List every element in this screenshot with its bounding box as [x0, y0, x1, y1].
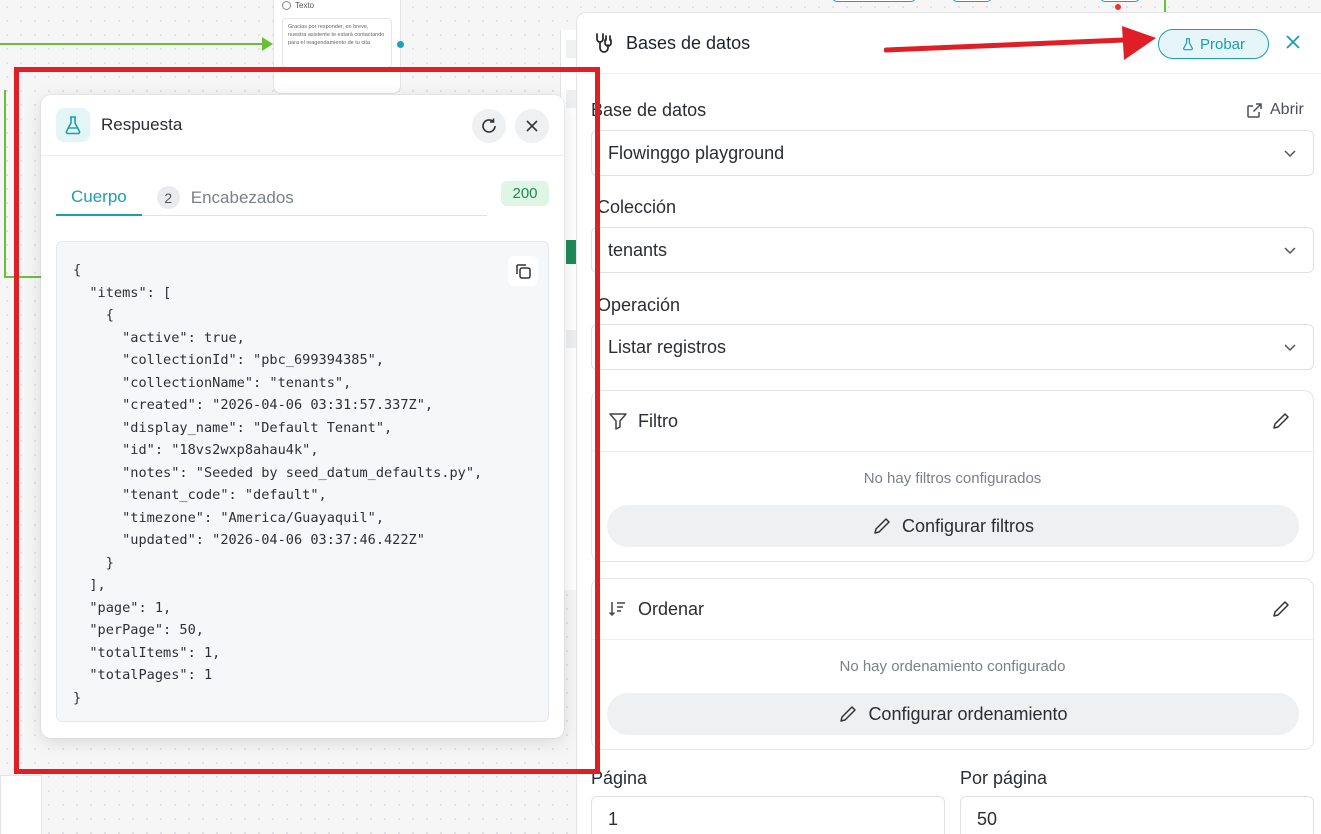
collection-value: tenants: [608, 239, 668, 260]
pencil-icon[interactable]: [1271, 411, 1291, 431]
canvas-node[interactable]: [0, 775, 42, 834]
database-value: Flowinggo playground: [608, 142, 785, 163]
pencil-icon: [874, 518, 890, 534]
configure-sort-button[interactable]: Configurar ordenamiento: [607, 693, 1299, 735]
operation-value: Listar registros: [608, 336, 727, 357]
open-database-link[interactable]: Abrir: [1246, 101, 1304, 119]
canvas-node[interactable]: [1100, 0, 1140, 2]
operation-label: Operación: [597, 295, 681, 315]
test-button[interactable]: Probar: [1158, 29, 1269, 59]
chevron-down-icon: [1284, 344, 1296, 352]
close-icon[interactable]: [1284, 33, 1302, 51]
collection-select[interactable]: tenants: [591, 227, 1314, 273]
canvas-node[interactable]: [832, 0, 916, 2]
open-link-label: Abrir: [1270, 101, 1304, 118]
node-indicator: [1115, 4, 1121, 10]
database-panel: Bases de datos Probar Base de datos Abri…: [576, 12, 1321, 834]
database-plug-icon: [596, 33, 612, 53]
database-title: Bases de datos: [626, 33, 751, 53]
per-page-label: Por página: [960, 768, 1048, 788]
operation-select[interactable]: Listar registros: [591, 324, 1314, 370]
flow-edge: [0, 43, 266, 45]
highlight-annotation: [14, 67, 600, 774]
filter-empty-text: No hay filtros configurados: [863, 470, 1042, 487]
node-handle[interactable]: [397, 41, 404, 48]
text-node-body: Gracias por responder, en breve, nuestra…: [282, 18, 392, 68]
chevron-down-icon: [1284, 150, 1296, 158]
database-select[interactable]: Flowinggo playground: [591, 130, 1314, 176]
sort-icon: [608, 602, 625, 617]
configure-sort-label: Configurar ordenamiento: [868, 703, 1068, 724]
chevron-down-icon: [1284, 247, 1296, 255]
database-label: Base de datos: [591, 100, 707, 120]
filter-section: Filtro No hay filtros configurados Confi…: [591, 390, 1314, 562]
page-value: 1: [608, 808, 619, 829]
filter-header: Filtro: [592, 391, 1313, 452]
sort-title: Ordenar: [638, 598, 705, 619]
filter-icon: [609, 413, 627, 430]
page-input[interactable]: 1: [591, 796, 945, 834]
flask-icon: [1183, 38, 1193, 51]
chat-bubble-icon: [282, 1, 291, 10]
sort-empty-text: No hay ordenamiento configurado: [839, 658, 1066, 675]
test-button-label: Probar: [1199, 35, 1246, 53]
flow-edge: [4, 90, 6, 278]
text-node-title: Texto: [295, 1, 315, 10]
sort-section: Ordenar No hay ordenamiento configurado …: [591, 578, 1314, 750]
sort-header: Ordenar: [592, 579, 1313, 640]
external-link-icon: [1247, 102, 1262, 118]
configure-filters-button[interactable]: Configurar filtros: [607, 505, 1299, 547]
arrow-annotation: [884, 26, 1156, 60]
canvas-node[interactable]: [952, 0, 992, 2]
collection-label: Colección: [597, 197, 677, 217]
pencil-icon[interactable]: [1271, 599, 1291, 619]
per-page-value: 50: [977, 808, 998, 829]
flow-edge: [1164, 0, 1166, 12]
per-page-input[interactable]: 50: [960, 796, 1314, 834]
configure-filters-label: Configurar filtros: [901, 515, 1035, 536]
filter-title: Filtro: [638, 410, 678, 431]
pencil-icon: [840, 706, 857, 722]
flow-edge-arrowhead: [262, 37, 273, 51]
